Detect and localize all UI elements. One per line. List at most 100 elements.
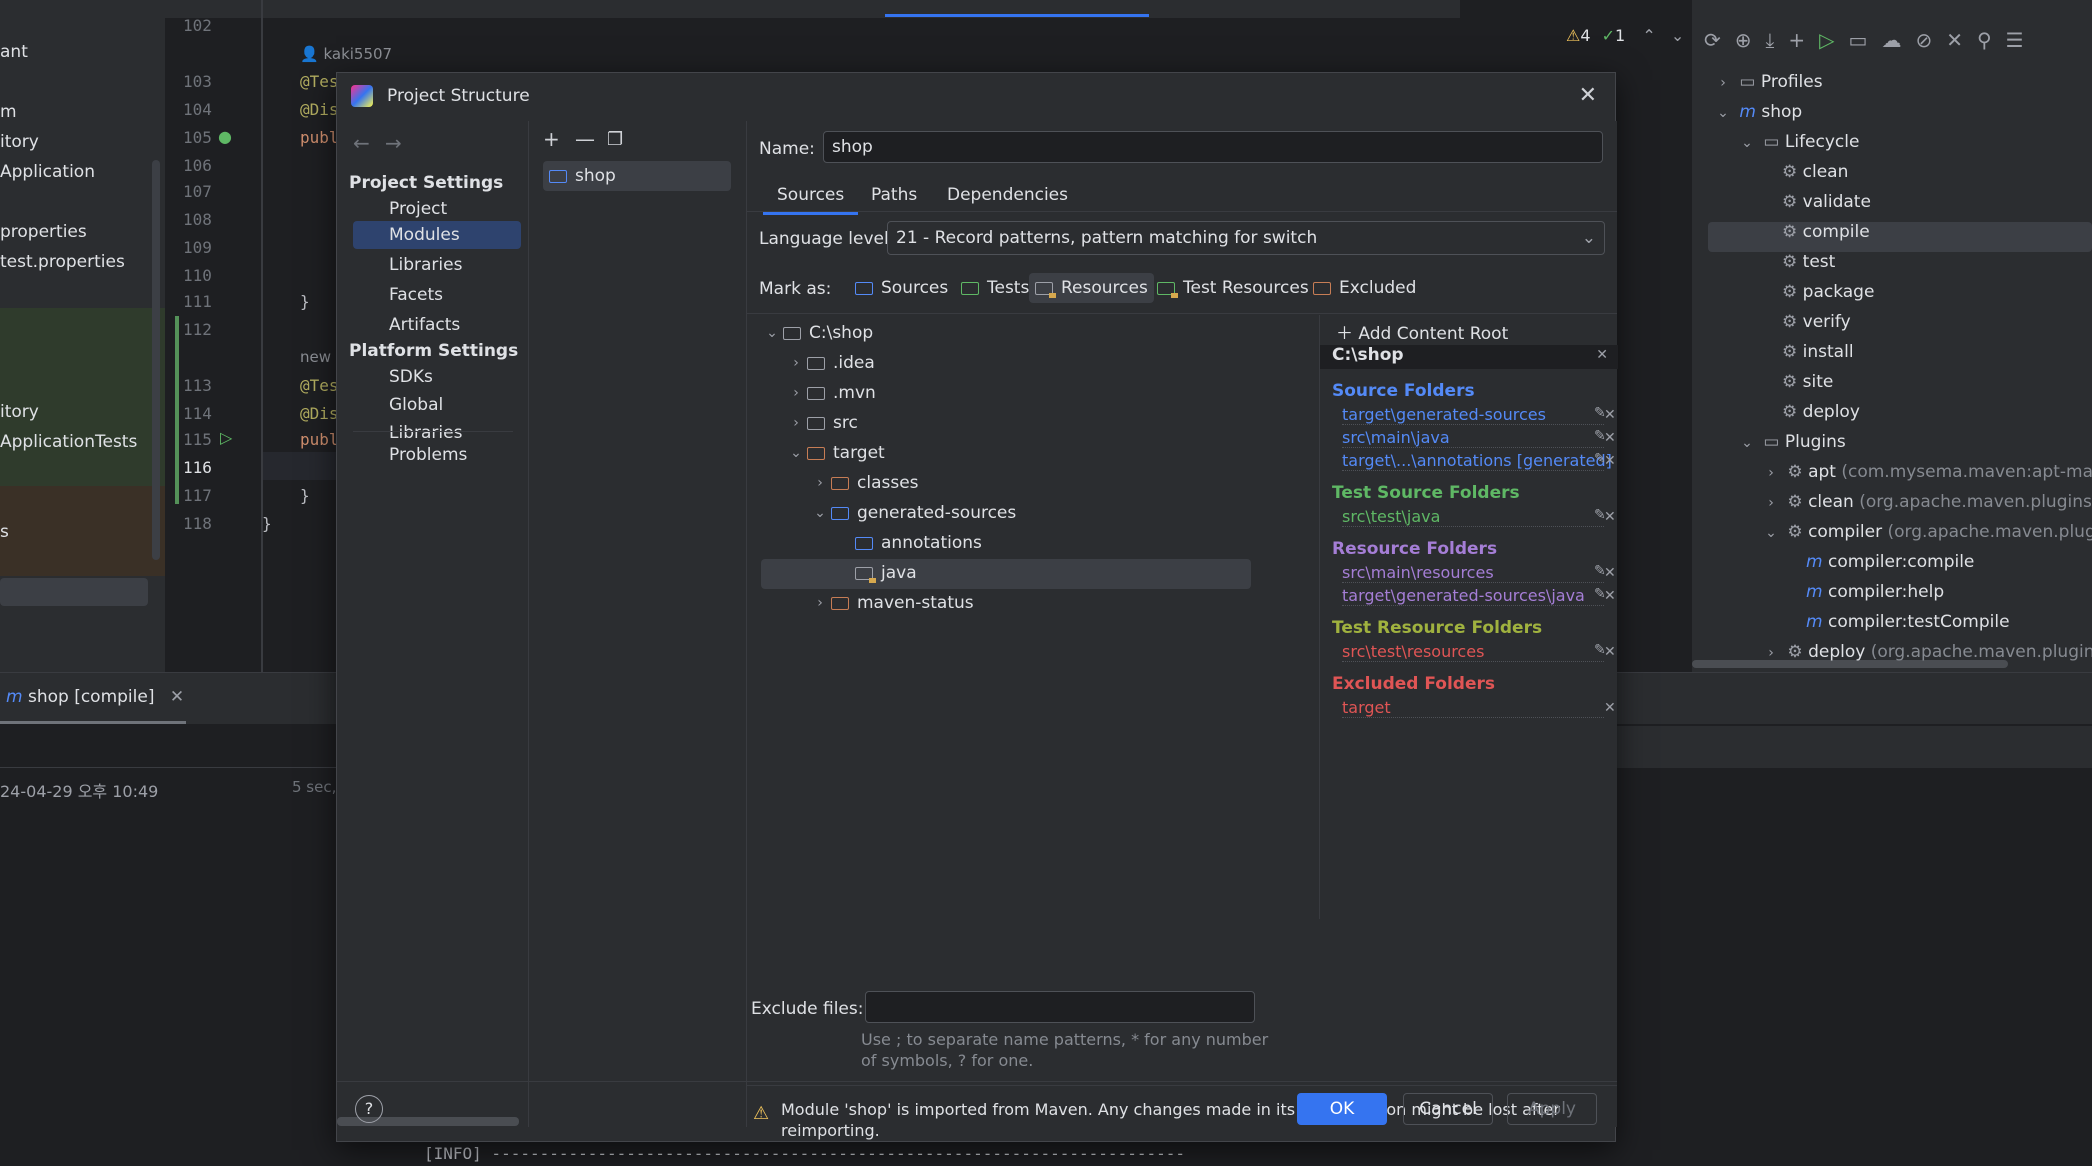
tree-row[interactable]: › classes — [809, 469, 918, 497]
chevron-right-icon[interactable]: › — [809, 595, 831, 611]
maven-plugin[interactable]: ⌄ ⚙ compiler (org.apache.maven.plugins:m — [1760, 522, 2092, 542]
mark-sources-button[interactable]: Sources — [849, 273, 954, 303]
module-item-shop[interactable]: shop — [543, 161, 731, 191]
maven-goal[interactable]: ⚙ test — [1782, 252, 1835, 272]
exclude-files-input[interactable] — [865, 991, 1255, 1023]
run-gutter-icon[interactable]: ● — [218, 127, 232, 146]
project-row[interactable]: Application — [0, 162, 95, 182]
maven-goal[interactable]: ⚙ clean — [1782, 162, 1848, 182]
source-folder-item[interactable]: src\main\java — [1342, 428, 1604, 448]
remove-icon[interactable]: ✕ — [1604, 644, 1616, 660]
tab-sources[interactable]: Sources — [762, 185, 859, 215]
tree-row[interactable]: › maven-status — [809, 589, 973, 617]
maven-plugins[interactable]: ⌄ ▭ Plugins — [1736, 432, 1846, 452]
maven-goal[interactable]: ⚙ verify — [1782, 312, 1851, 332]
mark-resources-button[interactable]: Resources — [1029, 273, 1154, 303]
maven-goal[interactable]: ⚙ package — [1782, 282, 1874, 302]
add-icon[interactable]: + — [543, 127, 560, 151]
maven-lifecycle[interactable]: ⌄ ▭ Lifecycle — [1736, 132, 1859, 152]
maven-plugin-goal[interactable]: m compiler:compile — [1806, 552, 1974, 572]
nav-modules[interactable]: Modules — [353, 221, 521, 249]
run-gutter-icon[interactable]: ▷ — [220, 428, 232, 447]
close-icon[interactable]: ✕ — [170, 687, 184, 707]
close-icon[interactable]: ✕ — [1579, 83, 1597, 108]
run-icon[interactable]: ▷ — [1819, 28, 1848, 52]
test-source-folder-item[interactable]: src\test\java — [1342, 507, 1604, 527]
source-folder-item[interactable]: target\...\annotations [generated] — [1342, 451, 1612, 471]
nav-facets[interactable]: Facets — [353, 281, 521, 309]
chevron-right-icon[interactable]: › — [785, 415, 807, 431]
remove-icon[interactable]: ✕ — [1604, 700, 1616, 716]
remove-icon[interactable]: ✕ — [1604, 565, 1616, 581]
remove-icon[interactable]: ✕ — [1604, 509, 1616, 525]
project-row[interactable]: ApplicationTests — [0, 432, 137, 452]
forward-arrow-icon[interactable]: → — [385, 131, 402, 155]
nav-project[interactable]: Project — [353, 195, 521, 223]
resource-folder-item[interactable]: target\generated-sources\java — [1342, 586, 1604, 606]
close-icon[interactable]: ✕ — [1596, 347, 1608, 363]
tree-row[interactable]: ⌄ generated-sources — [809, 499, 1016, 527]
copy-icon[interactable]: ❐ — [607, 129, 623, 150]
mark-excluded-button[interactable]: Excluded — [1307, 273, 1422, 303]
maven-goal[interactable]: ⚙ compile — [1782, 222, 1870, 242]
remove-icon[interactable]: ✕ — [1604, 453, 1616, 469]
chevron-down-icon[interactable]: ⌄ — [761, 325, 783, 341]
chevron-right-icon[interactable]: › — [809, 475, 831, 491]
apply-button[interactable]: Apply — [1507, 1093, 1597, 1125]
chevron-down-icon[interactable]: ⌄ — [785, 445, 807, 461]
nav-artifacts[interactable]: Artifacts — [353, 311, 521, 339]
nav-libraries[interactable]: Libraries — [353, 251, 521, 279]
tree-row[interactable]: › .idea — [785, 349, 875, 377]
maven-plugin[interactable]: › ⚙ clean (org.apache.maven.plugins:mav — [1760, 492, 2092, 512]
module-name-input[interactable] — [823, 131, 1603, 163]
maven-plugin[interactable]: › ⚙ deploy (org.apache.maven.plugins:m — [1760, 642, 2092, 662]
maven-project[interactable]: ⌄ m shop — [1712, 102, 1802, 122]
project-row[interactable]: m — [0, 102, 17, 122]
project-row[interactable]: itory — [0, 132, 39, 152]
chevron-down-icon[interactable]: ⌄ — [809, 505, 831, 521]
run-tab[interactable]: m shop [compile] ✕ — [6, 687, 184, 707]
chevron-up-icon[interactable]: ⌃ — [1642, 26, 1655, 45]
reload-icon[interactable]: ⟳ — [1704, 28, 1735, 52]
tab-dependencies[interactable]: Dependencies — [947, 185, 1068, 205]
download-icon[interactable]: ⤓ — [1766, 28, 1789, 52]
nav-sdks[interactable]: SDKs — [353, 363, 521, 391]
project-row[interactable]: s — [0, 522, 9, 542]
back-arrow-icon[interactable]: ← — [353, 131, 370, 155]
offline-icon[interactable]: ☁ — [1881, 28, 1915, 52]
language-level-select[interactable]: 21 - Record patterns, pattern matching f… — [887, 221, 1605, 255]
project-row[interactable]: properties — [0, 222, 87, 242]
project-row[interactable]: itory — [0, 402, 39, 422]
settings-icon[interactable]: ☰ — [2006, 28, 2038, 52]
remove-icon[interactable]: ✕ — [1604, 407, 1616, 423]
source-folder-item[interactable]: target\generated-sources — [1342, 405, 1604, 425]
mark-test-resources-button[interactable]: Test Resources — [1151, 273, 1315, 303]
cancel-button[interactable]: Cancel — [1403, 1093, 1493, 1125]
tree-row[interactable]: java — [833, 559, 917, 587]
maven-goal[interactable]: ⚙ site — [1782, 372, 1833, 392]
chevron-right-icon[interactable]: › — [785, 385, 807, 401]
help-button[interactable]: ? — [355, 1095, 383, 1123]
ok-button[interactable]: OK — [1297, 1093, 1387, 1125]
tree-row[interactable]: ⌄ target — [785, 439, 885, 467]
maven-goal[interactable]: ⚙ install — [1782, 342, 1854, 362]
maven-plugin-goal[interactable]: m compiler:testCompile — [1806, 612, 2010, 632]
collapse-icon[interactable]: ✕ — [1946, 28, 1977, 52]
nav-global-libraries[interactable]: Global Libraries — [353, 391, 521, 443]
resource-folder-item[interactable]: src\main\resources — [1342, 563, 1604, 583]
maven-goal[interactable]: ⚙ validate — [1782, 192, 1871, 212]
run-config-icon[interactable]: ▭ — [1849, 28, 1882, 52]
excluded-folder-item[interactable]: target — [1342, 698, 1604, 718]
scrollbar[interactable] — [152, 160, 160, 560]
maven-goal[interactable]: ⚙ deploy — [1782, 402, 1860, 422]
remove-icon[interactable]: — — [575, 127, 595, 151]
test-resource-folder-item[interactable]: src\test\resources — [1342, 642, 1604, 662]
tree-row[interactable]: › src — [785, 409, 858, 437]
remove-icon[interactable]: ✕ — [1604, 588, 1616, 604]
maven-plugin[interactable]: › ⚙ apt (com.mysema.maven:apt-maven- — [1760, 462, 2092, 482]
remove-icon[interactable]: ✕ — [1604, 430, 1616, 446]
tree-row[interactable]: ⌄ C:\shop — [761, 319, 873, 347]
inspection-widget[interactable]: ⚠4 ✓1 ⌃ ⌄ — [1566, 26, 1684, 45]
mark-tests-button[interactable]: Tests — [955, 273, 1035, 303]
plus-icon[interactable]: + — [1788, 28, 1819, 52]
